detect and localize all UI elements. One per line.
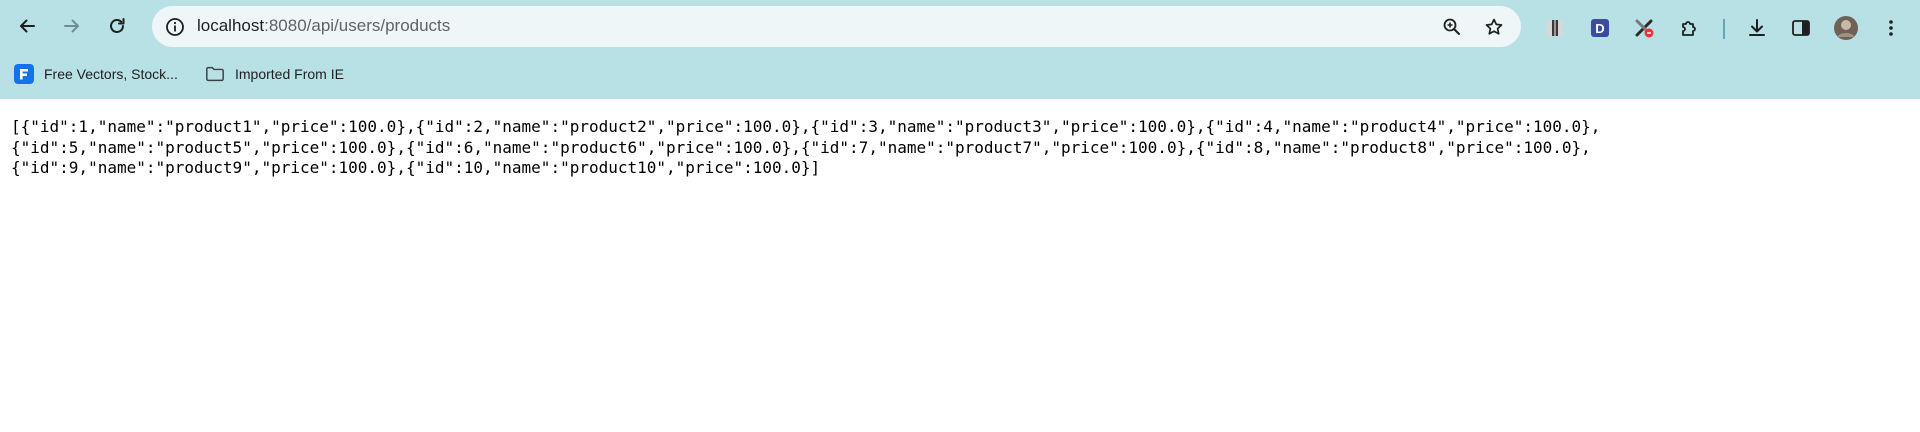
ruler-extension-icon[interactable] xyxy=(1539,12,1571,44)
reload-button[interactable] xyxy=(99,8,135,44)
json-response-body: [{"id":1,"name":"product1","price":100.0… xyxy=(11,117,1911,179)
bookmark-label: Imported From IE xyxy=(235,66,344,82)
zoom-in-icon xyxy=(1443,18,1460,35)
toolbar-separator xyxy=(1723,19,1725,39)
info-icon xyxy=(165,17,184,36)
side-panel-icon xyxy=(1792,20,1810,36)
json-line: [{"id":1,"name":"product1","price":100.0… xyxy=(11,117,1601,136)
arrow-right-icon xyxy=(64,19,79,33)
side-panel-button[interactable] xyxy=(1785,12,1817,44)
bookmark-imported-from-ie[interactable]: Imported From IE xyxy=(205,60,344,88)
bookmark-free-vectors[interactable]: Free Vectors, Stock... xyxy=(14,60,178,88)
browser-toolbar: localhost:8080/api/users/products D xyxy=(0,5,1920,51)
downloads-button[interactable] xyxy=(1741,12,1773,44)
json-line: {"id":9,"name":"product9","price":100.0}… xyxy=(11,158,821,177)
bookmark-star-button[interactable] xyxy=(1477,10,1510,43)
zoom-button[interactable] xyxy=(1435,10,1468,43)
tools-extension-icon[interactable] xyxy=(1628,12,1660,44)
url-text[interactable]: localhost:8080/api/users/products xyxy=(197,16,450,36)
bookmark-label: Free Vectors, Stock... xyxy=(44,66,178,82)
url-path: :8080/api/users/products xyxy=(264,16,451,35)
arrow-left-icon xyxy=(20,19,35,33)
bookmarks-bar: Free Vectors, Stock... Imported From IE xyxy=(0,57,1920,91)
freepik-icon xyxy=(14,64,34,84)
browser-chrome: localhost:8080/api/users/products D Free… xyxy=(0,0,1920,99)
download-icon xyxy=(1749,19,1765,36)
puzzle-extensions-icon[interactable] xyxy=(1673,12,1705,44)
reload-icon xyxy=(110,18,125,33)
kebab-menu-icon xyxy=(1889,20,1893,36)
star-icon xyxy=(1485,18,1502,35)
url-host: localhost xyxy=(197,16,265,35)
folder-icon xyxy=(205,64,225,84)
forward-button[interactable] xyxy=(54,8,90,44)
back-button[interactable] xyxy=(9,8,45,44)
address-bar[interactable]: localhost:8080/api/users/products xyxy=(152,6,1521,47)
svg-text:D: D xyxy=(1595,21,1604,36)
profile-avatar[interactable] xyxy=(1830,12,1862,44)
menu-button[interactable] xyxy=(1875,12,1907,44)
d-extension-icon[interactable]: D xyxy=(1584,12,1616,44)
json-line: {"id":5,"name":"product5","price":100.0}… xyxy=(11,137,1591,157)
site-info-button[interactable] xyxy=(158,10,191,43)
